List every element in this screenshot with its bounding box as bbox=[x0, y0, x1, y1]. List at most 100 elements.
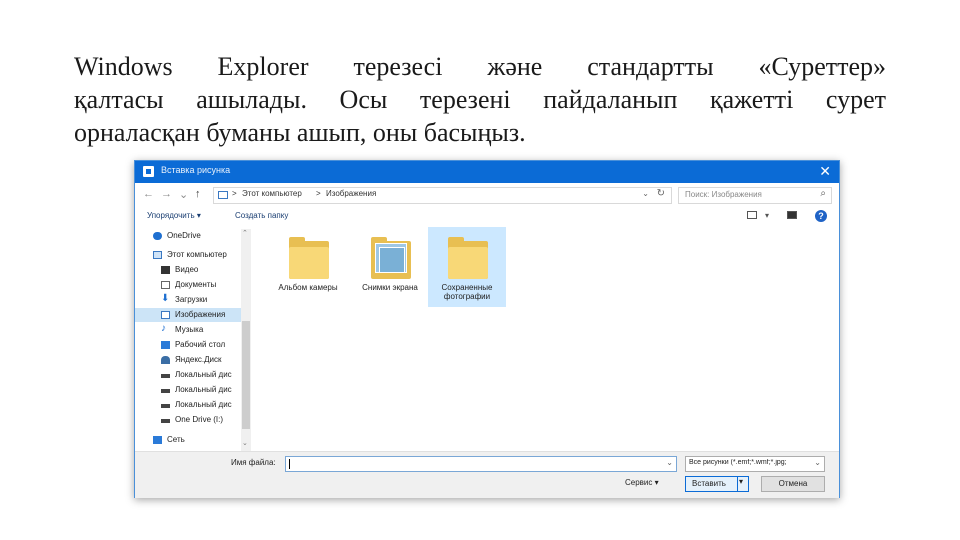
view-icon[interactable] bbox=[747, 211, 757, 219]
breadcrumb-pictures[interactable]: Изображения bbox=[326, 189, 376, 198]
cancel-label: Отмена bbox=[778, 479, 808, 488]
instruction-paragraph: Windows Explorer терезесі және стандартт… bbox=[74, 50, 886, 149]
folder-tile-selected[interactable]: Сохраненные фотографии bbox=[428, 227, 506, 307]
sidebar-item-documents[interactable]: Документы bbox=[135, 278, 241, 292]
document-icon bbox=[161, 281, 170, 289]
sidebar-item-local-disk[interactable]: Локальный дис bbox=[135, 383, 241, 397]
app-icon bbox=[143, 166, 154, 177]
file-type-value: Все рисунки (*.emf;*.wmf;*.jpg; bbox=[689, 459, 787, 466]
file-view: Альбом камеры Снимки экрана Сохраненные … bbox=[255, 227, 839, 453]
chevron-down-icon[interactable]: ⌄ bbox=[814, 458, 821, 467]
folder-label: Сохраненные фотографии bbox=[441, 283, 493, 301]
preview-pane-icon[interactable] bbox=[787, 211, 797, 219]
sidebar-scrollbar[interactable]: ⌃ ⌄ bbox=[241, 229, 251, 451]
cancel-button[interactable]: Отмена bbox=[761, 476, 825, 492]
folder-tile[interactable]: Альбом камеры bbox=[269, 227, 347, 307]
music-icon: ♪ bbox=[161, 323, 166, 334]
sidebar-item-local-disk[interactable]: Локальный дис bbox=[135, 398, 241, 412]
chevron-down-icon[interactable]: ⌄ bbox=[642, 189, 649, 198]
drive-icon bbox=[161, 419, 170, 423]
sidebar-item-label: Изображения bbox=[175, 310, 226, 319]
folder-label: Снимки экрана bbox=[362, 283, 418, 292]
file-type-select[interactable]: Все рисунки (*.emf;*.wmf;*.jpg; ⌄ bbox=[685, 456, 825, 472]
paragraph-line-1: Windows Explorer терезесі және стандартт… bbox=[74, 52, 886, 81]
sidebar-item-label: Яндекс.Диск bbox=[175, 355, 222, 364]
search-input[interactable]: Поиск: Изображения ⌕ bbox=[678, 187, 832, 204]
drive-icon bbox=[161, 389, 170, 393]
sidebar-item-music[interactable]: ♪ Музыка bbox=[135, 323, 241, 337]
text-caret bbox=[289, 459, 290, 469]
video-icon bbox=[161, 266, 170, 274]
dialog-titlebar[interactable]: Вставка рисунка ✕ bbox=[135, 161, 839, 183]
sidebar-item-label: Документы bbox=[175, 280, 217, 289]
breadcrumb-this-pc[interactable]: Этот компьютер bbox=[242, 189, 302, 198]
view-dropdown-icon[interactable]: ▾ bbox=[765, 211, 769, 220]
back-arrow-icon[interactable]: ← bbox=[143, 188, 154, 200]
folder-label: Альбом камеры bbox=[278, 283, 338, 292]
sidebar-item-desktop[interactable]: Рабочий стол bbox=[135, 338, 241, 352]
help-icon[interactable]: ? bbox=[815, 210, 827, 222]
search-placeholder: Поиск: Изображения bbox=[685, 190, 762, 199]
pictures-icon bbox=[161, 311, 170, 319]
sidebar-item-label: Рабочий стол bbox=[175, 340, 226, 349]
sidebar-item-yandex-disk[interactable]: Яндекс.Диск bbox=[135, 353, 241, 367]
folder-screenshots-icon bbox=[371, 237, 411, 279]
insert-button[interactable]: Вставить bbox=[685, 476, 749, 492]
sidebar-item-video[interactable]: Видео bbox=[135, 263, 241, 277]
sidebar-item-label: Сеть bbox=[167, 435, 185, 444]
organize-button[interactable]: Упорядочить ▾ bbox=[147, 211, 201, 220]
refresh-icon[interactable]: ↻ bbox=[657, 188, 665, 199]
breadcrumb-sep: > bbox=[232, 189, 237, 198]
sidebar-item-label: Локальный дис bbox=[175, 400, 232, 409]
scrollbar-thumb[interactable] bbox=[242, 321, 250, 429]
sidebar-item-onedrive-drive[interactable]: One Drive (I:) bbox=[135, 413, 241, 427]
sidebar-item-onedrive[interactable]: OneDrive bbox=[135, 229, 241, 243]
folder-icon bbox=[289, 237, 329, 279]
insert-picture-dialog: Вставка рисунка ✕ ← → ⌄ ↑ > Этот компьют… bbox=[134, 160, 840, 498]
sidebar-item-this-pc[interactable]: Этот компьютер bbox=[135, 248, 241, 262]
computer-icon bbox=[153, 251, 162, 259]
recent-dropdown-icon[interactable]: ⌄ bbox=[179, 188, 188, 201]
sidebar-item-label: Видео bbox=[175, 265, 199, 274]
sidebar-item-label: Локальный дис bbox=[175, 370, 232, 379]
cloud-icon bbox=[153, 232, 162, 240]
sidebar-item-label: Локальный дис bbox=[175, 385, 232, 394]
insert-label: Вставить bbox=[692, 479, 726, 488]
sidebar-item-network[interactable]: Сеть bbox=[135, 433, 241, 447]
close-button[interactable]: ✕ bbox=[819, 163, 831, 179]
sidebar-item-pictures[interactable]: Изображения bbox=[135, 308, 241, 322]
yandex-disk-icon bbox=[161, 356, 170, 364]
paragraph-line-3: орналасқан буманы ашып, оны басыңыз. bbox=[74, 118, 526, 147]
search-icon: ⌕ bbox=[820, 188, 826, 199]
navigation-pane: OneDrive Этот компьютер Видео Документы … bbox=[135, 229, 253, 451]
scroll-down-icon[interactable]: ⌄ bbox=[242, 439, 248, 447]
sidebar-item-label: Этот компьютер bbox=[167, 250, 227, 259]
filename-input[interactable]: ⌄ bbox=[285, 456, 677, 472]
folder-tile[interactable]: Снимки экрана bbox=[351, 227, 429, 307]
dialog-title: Вставка рисунка bbox=[161, 165, 231, 175]
insert-dropdown-icon[interactable] bbox=[737, 477, 748, 491]
sidebar-item-local-disk[interactable]: Локальный дис bbox=[135, 368, 241, 382]
filename-label: Имя файла: bbox=[231, 458, 276, 467]
sidebar-item-downloads[interactable]: ⬇ Загрузки bbox=[135, 293, 241, 307]
drive-icon bbox=[161, 404, 170, 408]
sidebar-item-label: OneDrive bbox=[167, 231, 201, 240]
chevron-down-icon[interactable]: ⌄ bbox=[666, 458, 673, 467]
sidebar-item-label: Загрузки bbox=[175, 295, 208, 304]
download-icon: ⬇ bbox=[161, 293, 170, 304]
computer-icon bbox=[218, 191, 228, 199]
new-folder-button[interactable]: Создать папку bbox=[235, 211, 288, 220]
scroll-up-icon[interactable]: ⌃ bbox=[242, 229, 248, 237]
breadcrumb-sep: > bbox=[316, 189, 321, 198]
command-bar: Упорядочить ▾ Создать папку ▾ ? bbox=[135, 207, 839, 227]
tools-button[interactable]: Сервис ▾ bbox=[625, 478, 659, 487]
dialog-footer: Имя файла: ⌄ Все рисунки (*.emf;*.wmf;*.… bbox=[135, 451, 839, 498]
drive-icon bbox=[161, 374, 170, 378]
address-bar-row: ← → ⌄ ↑ > Этот компьютер > Изображения ⌄… bbox=[135, 183, 839, 207]
up-arrow-icon[interactable]: ↑ bbox=[195, 188, 201, 200]
forward-arrow-icon[interactable]: → bbox=[161, 188, 172, 200]
desktop-icon bbox=[161, 341, 170, 349]
sidebar-item-label: Музыка bbox=[175, 325, 204, 334]
paragraph-line-2: қалтасы ашылады. Осы терезені пайдаланып… bbox=[74, 85, 886, 114]
address-box[interactable]: > Этот компьютер > Изображения ⌄ ↻ bbox=[213, 187, 672, 204]
